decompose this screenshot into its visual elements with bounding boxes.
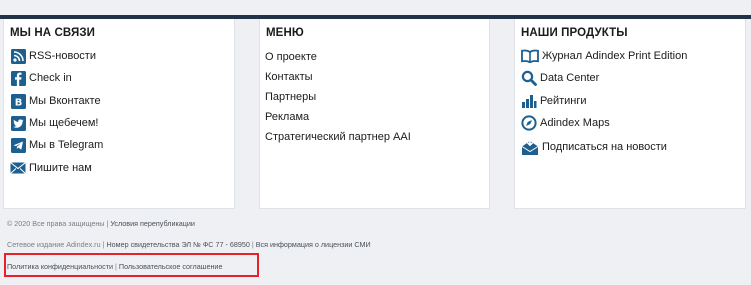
license-info-link[interactable]: Вся информация о лицензии СМИ	[256, 240, 371, 249]
menu-item-about[interactable]: О проекте	[265, 51, 317, 63]
data-center-label: Data Center	[540, 72, 600, 84]
telegram-link[interactable]: Мы в Telegram	[10, 135, 103, 155]
bar-chart-icon	[521, 93, 537, 109]
magnifier-icon	[521, 70, 537, 86]
mail-icon	[10, 160, 26, 176]
separator: |	[251, 240, 254, 249]
rss-link[interactable]: RSS-новости	[10, 46, 96, 66]
privacy-policy-link[interactable]: Политика конфиденциальности	[7, 262, 113, 271]
products-panel: НАШИ ПРОДУКТЫ Журнал Adindex Print Editi…	[514, 19, 746, 209]
subscribe-label: Подписаться на новости	[542, 141, 667, 153]
separator: |	[115, 262, 117, 271]
republish-terms-link[interactable]: Условия перепубликации	[110, 219, 195, 228]
products-title: НАШИ ПРОДУКТЫ	[521, 27, 628, 39]
book-icon	[521, 48, 539, 64]
menu-item-advertising[interactable]: Реклама	[265, 111, 309, 123]
separator: |	[106, 219, 109, 228]
menu-item-partners[interactable]: Партнеры	[265, 91, 316, 103]
copyright-text: © 2020 Все права защищены	[7, 219, 105, 228]
twitter-icon	[10, 115, 26, 131]
rss-icon	[10, 48, 26, 64]
facebook-icon	[10, 70, 26, 86]
svg-text:B: B	[14, 97, 22, 108]
print-edition-link[interactable]: Журнал Adindex Print Edition	[521, 46, 687, 66]
separator: |	[102, 240, 105, 249]
maps-link[interactable]: Adindex Maps	[521, 113, 610, 133]
footer-line-2: Сетевое издание Adindex.ru | Номер свиде…	[7, 240, 371, 249]
facebook-label: Check in	[29, 72, 72, 84]
envelope-download-icon	[521, 138, 539, 155]
telegram-icon	[10, 137, 26, 153]
vk-icon: B	[10, 93, 26, 109]
contacts-panel: МЫ НА СВЯЗИ RSS-новости Check in B Мы Вк…	[3, 19, 235, 209]
subscribe-link[interactable]: Подписаться на новости	[521, 137, 667, 157]
contacts-title: МЫ НА СВЯЗИ	[10, 27, 95, 39]
footer-line-3: Политика конфиденциальности | Пользовате…	[7, 262, 222, 271]
rss-label: RSS-новости	[29, 50, 96, 62]
maps-label: Adindex Maps	[540, 117, 610, 129]
ratings-label: Рейтинги	[540, 95, 587, 107]
footer-line-1: © 2020 Все права защищены | Условия пере…	[7, 219, 195, 228]
data-center-link[interactable]: Data Center	[521, 68, 599, 88]
facebook-link[interactable]: Check in	[10, 68, 72, 88]
media-text: Сетевое издание Adindex.ru	[7, 240, 101, 249]
ratings-link[interactable]: Рейтинги	[521, 91, 587, 111]
vk-label: Мы Вконтакте	[29, 95, 101, 107]
menu-item-contacts[interactable]: Контакты	[265, 71, 313, 83]
vk-link[interactable]: B Мы Вконтакте	[10, 91, 101, 111]
menu-panel: МЕНЮ О проекте Контакты Партнеры Реклама…	[259, 19, 490, 209]
menu-item-strategic-partner[interactable]: Стратегический партнер AAI	[265, 131, 411, 143]
twitter-link[interactable]: Мы щебечем!	[10, 113, 98, 133]
certificate-link[interactable]: Номер свидетельства ЭЛ № ФС 77 - 68950	[106, 240, 249, 249]
print-edition-label: Журнал Adindex Print Edition	[542, 50, 688, 62]
mail-label: Пишите нам	[29, 162, 92, 174]
menu-title: МЕНЮ	[266, 27, 304, 39]
mail-link[interactable]: Пишите нам	[10, 158, 92, 178]
compass-icon	[521, 115, 537, 131]
twitter-label: Мы щебечем!	[29, 117, 99, 129]
telegram-label: Мы в Telegram	[29, 139, 104, 151]
user-agreement-link[interactable]: Пользовательское соглашение	[119, 262, 223, 271]
